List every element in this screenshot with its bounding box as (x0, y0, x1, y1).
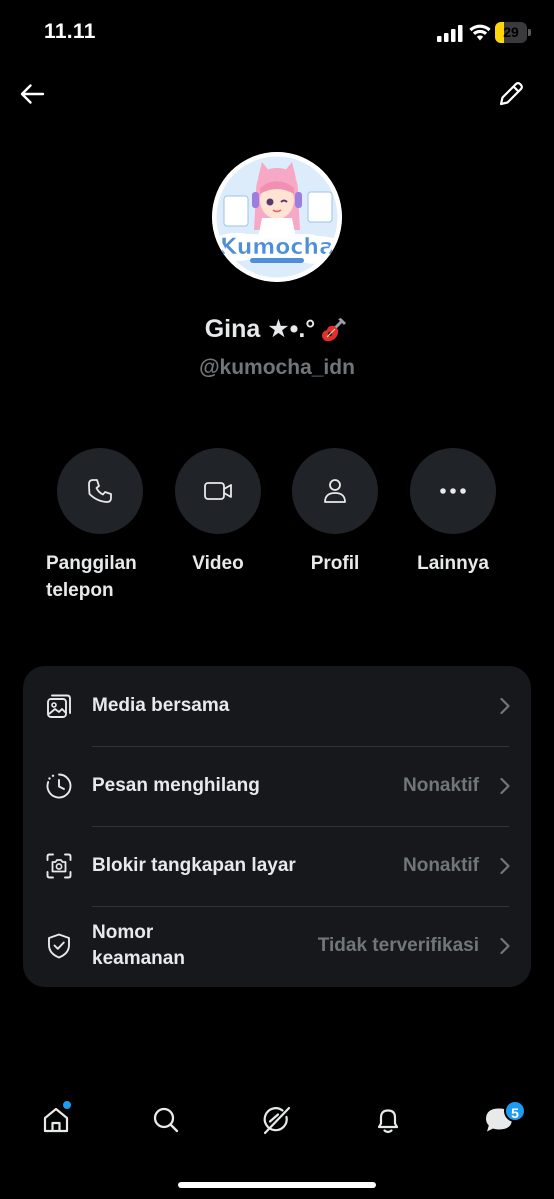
display-name: Gina ★•.° (0, 314, 554, 345)
more-button[interactable] (410, 448, 496, 534)
screenshot-camera-icon (46, 853, 72, 879)
nav-search[interactable] (138, 1090, 194, 1150)
nav-notifications[interactable] (360, 1090, 416, 1150)
pencil-icon (499, 82, 523, 106)
video-label: Video (192, 553, 244, 574)
messages-count-badge: 5 (504, 1100, 526, 1122)
disappearing-messages-value: Nonaktif (403, 775, 479, 796)
disappearing-messages-label: Pesan menghilang (92, 775, 260, 796)
home-notification-dot (62, 1100, 72, 1110)
battery-level: 29 (503, 24, 519, 40)
profile-button[interactable] (292, 448, 378, 534)
profile-action[interactable]: Profil (280, 448, 390, 577)
block-screenshots-value: Nonaktif (403, 855, 479, 876)
bottom-nav: 5 (0, 1090, 554, 1150)
more-action[interactable]: Lainnya (398, 448, 508, 577)
block-screenshots-label: Blokir tangkapan layar (92, 855, 296, 876)
edit-button[interactable] (492, 76, 530, 112)
person-icon (324, 479, 346, 503)
shared-media-icon (47, 694, 71, 718)
phone-icon (88, 479, 112, 503)
shared-media-label: Media bersama (92, 695, 230, 716)
nav-grok[interactable] (249, 1090, 305, 1150)
call-label: Panggilan telepon (46, 553, 137, 601)
nav-messages[interactable]: 5 (471, 1090, 527, 1150)
avatar[interactable]: Kumocha (212, 152, 342, 282)
shared-media-row[interactable]: Media bersama (23, 666, 531, 746)
nav-home[interactable] (28, 1090, 84, 1150)
call-action[interactable]: Panggilan telepon (46, 448, 156, 604)
chevron-right-icon (500, 857, 510, 875)
block-screenshots-row[interactable]: Blokir tangkapan layar Nonaktif (23, 826, 531, 906)
call-button[interactable] (57, 448, 143, 534)
arrow-left-icon (20, 84, 45, 104)
status-time: 11.11 (44, 20, 96, 43)
search-icon (153, 1107, 179, 1133)
profile-label: Profil (310, 553, 360, 574)
chevron-right-icon (500, 937, 510, 955)
back-button[interactable] (14, 76, 50, 112)
display-name-text: Gina ★•.° (204, 315, 316, 343)
grok-icon (263, 1106, 291, 1135)
safety-number-row[interactable]: Nomor keamanan Tidak terverifikasi (23, 906, 531, 986)
shield-check-icon (48, 933, 70, 959)
more-label: Lainnya (417, 553, 489, 574)
handle: @kumocha_idn (199, 356, 355, 379)
avatar-logo-text: Kumocha (220, 235, 334, 260)
safety-number-label: Nomor keamanan (92, 922, 185, 969)
conversation-settings-card: Media bersama Pesan menghilang Nonaktif … (23, 666, 531, 987)
timer-icon (46, 773, 72, 799)
bell-icon (377, 1109, 399, 1134)
disappearing-messages-row[interactable]: Pesan menghilang Nonaktif (23, 746, 531, 826)
kumocha-logo: Kumocha (212, 152, 342, 282)
wifi-icon (469, 24, 491, 41)
video-button[interactable] (175, 448, 261, 534)
video-camera-icon (204, 482, 232, 500)
cellular-signal-icon (437, 25, 463, 42)
status-bar: 11.11 29 (0, 0, 554, 66)
more-dots-icon (440, 488, 466, 494)
battery-indicator: 29 (495, 22, 531, 43)
chevron-right-icon (500, 697, 510, 715)
guitar-icon (322, 318, 347, 342)
chevron-right-icon (500, 777, 510, 795)
safety-number-value: Tidak terverifikasi (317, 935, 479, 956)
home-indicator[interactable] (178, 1182, 376, 1188)
video-action[interactable]: Video (163, 448, 273, 577)
